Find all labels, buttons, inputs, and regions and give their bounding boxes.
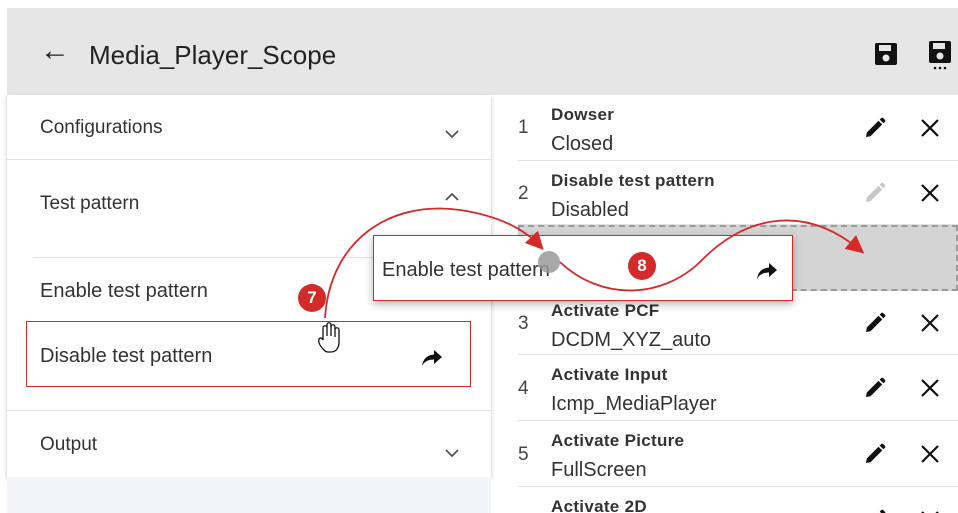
step-badge-7: 7 — [298, 284, 326, 312]
accordion-label: Output — [40, 434, 98, 455]
share-arrow-icon[interactable] — [421, 347, 443, 367]
accordion-label: Test pattern — [40, 193, 140, 214]
row-title: Activate Picture — [551, 431, 685, 450]
edit-icon[interactable] — [863, 116, 887, 140]
back-arrow-icon[interactable]: ← — [40, 34, 70, 68]
row-number: 5 — [518, 444, 529, 465]
row-number: 1 — [518, 117, 529, 138]
row-title: Dowser — [551, 105, 615, 124]
edit-icon[interactable] — [863, 442, 887, 466]
close-icon[interactable] — [919, 312, 941, 334]
close-icon[interactable] — [919, 443, 941, 465]
row-value: Disabled — [551, 199, 629, 221]
dragged-step-label: Enable test pattern — [382, 259, 550, 281]
row-title: Activate PCF — [551, 301, 660, 320]
save-icon[interactable] — [873, 39, 899, 71]
row-value: FullScreen — [551, 459, 647, 481]
row-title: Disable test pattern — [551, 171, 715, 190]
edit-icon[interactable] — [863, 376, 887, 400]
panel-footer — [7, 477, 491, 513]
sequence-row[interactable]: Activate 2D — [518, 487, 958, 513]
save-as-icon[interactable] — [927, 39, 953, 71]
accordion-output[interactable]: Output — [7, 411, 491, 477]
edit-icon[interactable] — [863, 311, 887, 335]
chevron-up-icon[interactable] — [443, 188, 461, 206]
row-number: 2 — [518, 183, 529, 204]
row-title: Activate Input — [551, 365, 668, 384]
row-number: 4 — [518, 378, 529, 399]
step-item-enable-test-pattern[interactable]: Enable test pattern — [40, 280, 208, 303]
row-value: DCDM_XYZ_auto — [551, 329, 712, 351]
sequence-row[interactable]: 4 Activate Input Icmp_MediaPlayer — [518, 355, 958, 421]
share-arrow-icon[interactable] — [756, 260, 778, 280]
chevron-down-icon[interactable] — [443, 125, 461, 143]
close-icon[interactable] — [919, 377, 941, 399]
row-number: 3 — [518, 313, 529, 334]
sequence-row[interactable]: 1 Dowser Closed — [518, 95, 958, 161]
row-value: Closed — [551, 133, 614, 155]
accordion-configurations[interactable]: Configurations — [7, 95, 491, 159]
step-item-disable-test-pattern[interactable]: Disable test pattern — [26, 321, 471, 387]
row-value: Icmp_MediaPlayer — [551, 393, 717, 415]
row-title: Activate 2D — [551, 497, 647, 513]
close-icon[interactable] — [919, 182, 941, 204]
sequence-row[interactable]: 2 Disable test pattern Disabled — [518, 161, 958, 225]
accordion-label: Configurations — [40, 117, 163, 138]
sequence-row[interactable]: 5 Activate Picture FullScreen — [518, 421, 958, 487]
dragged-step-card[interactable]: Enable test pattern — [373, 235, 793, 301]
close-icon[interactable] — [919, 509, 941, 513]
app-header: ← Media_Player_Scope — [7, 8, 958, 95]
edit-icon-disabled — [866, 182, 886, 202]
accordion-test-pattern[interactable]: Test pattern — [7, 160, 491, 240]
edit-icon[interactable] — [863, 508, 887, 513]
step-badge-8: 8 — [628, 252, 656, 280]
close-icon[interactable] — [919, 117, 941, 139]
page-title: Media_Player_Scope — [89, 40, 337, 70]
chevron-down-icon[interactable] — [443, 444, 461, 462]
step-item-label: Disable test pattern — [40, 345, 213, 367]
